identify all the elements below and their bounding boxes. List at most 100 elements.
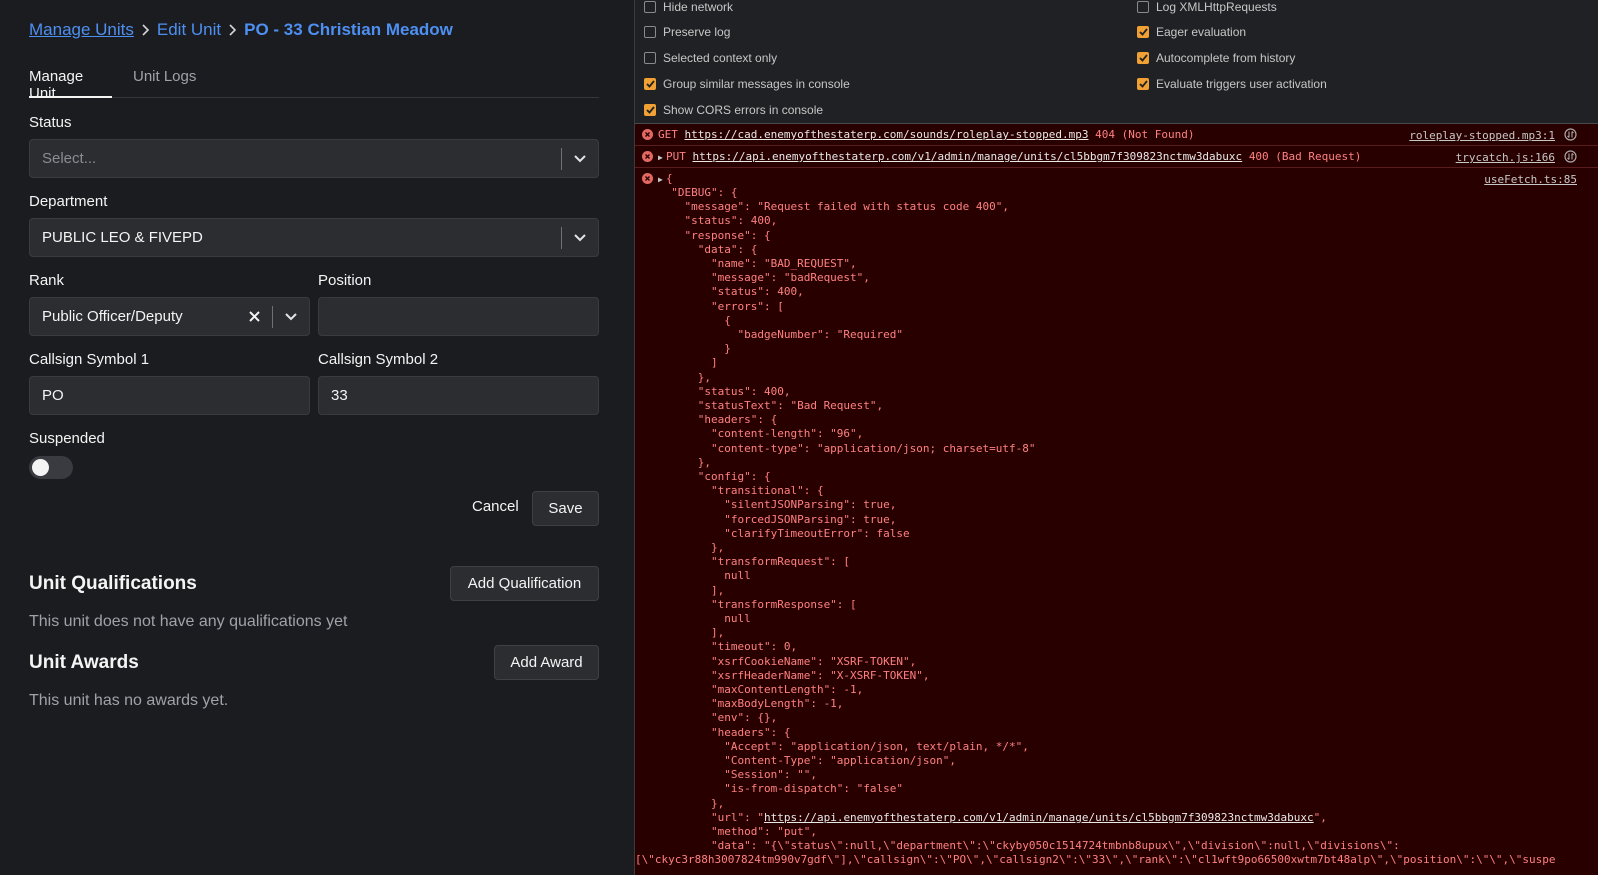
status-placeholder: Select... [42,150,97,167]
toggle-knob [32,459,49,476]
source-link[interactable]: trycatch.js:166 [1456,151,1555,164]
option-group-similar[interactable]: Group similar messages in console [644,76,850,92]
json-line: "forcedJSONParsing": true, [658,512,897,526]
chevron-down-icon[interactable] [273,312,309,321]
rank-label: Rank [29,272,65,289]
source-link[interactable]: useFetch.ts:85 [1484,173,1577,186]
suspended-toggle[interactable] [29,456,73,479]
devtools-console: Hide network Preserve log Selected conte… [634,0,1598,875]
json-line: { [658,313,731,327]
clear-icon[interactable] [236,311,272,322]
option-eager-evaluation[interactable]: Eager evaluation [1137,24,1246,40]
json-line: "message": "Request failed with status c… [658,200,1009,214]
option-evaluate-triggers[interactable]: Evaluate triggers user activation [1137,76,1327,92]
checkbox-evaluate-triggers[interactable] [1137,78,1149,90]
json-line: "Accept": "application/json, text/plain,… [658,739,1029,753]
qualifications-empty-text: This unit does not have any qualificatio… [29,613,348,630]
json-line: "status": 400, [658,285,804,299]
chevron-down-icon[interactable] [562,233,598,242]
json-line: "DEBUG": { [658,186,738,199]
json-line: "transformResponse": [ [658,597,857,611]
app-panel: Manage Units Edit Unit PO - 33 Christian… [0,0,634,875]
json-line: "xsrfHeaderName": "X-XSRF-TOKEN", [658,668,930,682]
json-line: ], [658,583,725,597]
cancel-button[interactable]: Cancel [472,498,519,515]
option-show-cors[interactable]: Show CORS errors in console [644,102,823,118]
json-line: "errors": [ [658,299,784,313]
chevron-down-icon[interactable] [562,154,598,163]
json-line: "is-from-dispatch": "false" [658,782,904,796]
add-qualification-button[interactable]: Add Qualification [450,566,599,601]
option-preserve-log[interactable]: Preserve log [644,24,730,40]
json-line: "status": 400, [658,384,791,398]
object-header[interactable]: ▶{ [658,172,673,185]
status-select[interactable]: Select... [29,139,599,178]
json-line: }, [658,370,711,384]
json-line: [\"ckyc3r88h3007824tm990v7gdf\"],\"calls… [635,853,1556,867]
rank-select[interactable]: Public Officer/Deputy [29,297,310,336]
suspended-label: Suspended [29,430,105,447]
checkbox-log-xhr[interactable] [1137,1,1149,13]
request-url-link[interactable]: https://cad.enemyofthestaterp.com/sounds… [685,128,1089,141]
breadcrumb: Manage Units Edit Unit PO - 33 Christian… [29,18,453,42]
option-selected-context[interactable]: Selected context only [644,50,777,66]
json-line: null [658,569,751,583]
department-label: Department [29,193,108,210]
json-url-suffix: ", [1313,810,1327,824]
option-label: Show CORS errors in console [663,103,824,117]
breadcrumb-manage-units[interactable]: Manage Units [29,20,134,40]
option-autocomplete[interactable]: Autocomplete from history [1137,50,1295,66]
json-line: null [658,612,751,625]
json-line: "transitional": { [658,484,824,498]
expand-triangle-icon[interactable]: ▶ [658,153,666,162]
callsign2-label: Callsign Symbol 2 [318,351,439,368]
json-line: "content-type": "application/json; chars… [658,441,1036,455]
json-line: "statusText": "Bad Request", [658,399,884,412]
callsign2-input[interactable]: 33 [318,376,599,415]
option-hide-network[interactable]: Hide network [644,0,733,15]
source-link[interactable]: roleplay-stopped.mp3:1 [1409,129,1555,142]
json-line: }, [658,541,725,554]
breadcrumb-current: PO - 33 Christian Meadow [244,20,453,39]
position-label: Position [318,272,372,289]
expand-triangle-icon[interactable]: ▶ [658,175,666,184]
network-request-icon[interactable] [1564,128,1577,141]
checkbox-show-cors[interactable] [644,104,656,116]
json-line: "maxBodyLength": -1, [658,697,844,711]
json-line: "content-length": "96", [658,427,864,441]
position-input[interactable] [318,297,599,336]
network-request-icon[interactable] [1564,150,1577,163]
checkbox-selected-context[interactable] [644,52,656,64]
json-line: ] [658,356,718,370]
http-method: PUT [666,150,686,163]
breadcrumb-edit-unit[interactable]: Edit Unit [157,20,221,40]
tab-manage-unit[interactable]: Manage Unit [29,68,112,102]
json-line: "timeout": 0, [658,640,798,654]
json-line: "response": { [658,228,771,242]
option-log-xhr[interactable]: Log XMLHttpRequests [1137,0,1277,15]
checkbox-autocomplete[interactable] [1137,52,1149,64]
qualifications-title: Unit Qualifications [29,573,197,594]
check-icon [1138,54,1148,62]
json-line: }, [658,455,711,469]
json-line: "env": {}, [658,711,778,725]
awards-empty-text: This unit has no awards yet. [29,692,229,709]
chevron-right-icon [141,24,150,36]
save-button[interactable]: Save [532,491,599,526]
request-url-link[interactable]: https://api.enemyofthestaterp.com/v1/adm… [693,150,1243,163]
option-label: Autocomplete from history [1156,51,1296,65]
add-award-button[interactable]: Add Award [494,645,599,680]
checkbox-group-similar[interactable] [644,78,656,90]
checkbox-preserve-log[interactable] [644,26,656,38]
department-select[interactable]: PUBLIC LEO & FIVEPD [29,218,599,257]
json-line: "maxContentLength": -1, [658,683,864,696]
checkbox-hide-network[interactable] [644,1,656,13]
tab-unit-logs[interactable]: Unit Logs [133,68,196,98]
option-label: Eager evaluation [1156,25,1247,39]
option-label: Group similar messages in console [663,77,850,91]
checkbox-eager-evaluation[interactable] [1137,26,1149,38]
log-message[interactable]: ▶ PUT https://api.enemyofthestaterp.com/v… [658,150,1361,163]
callsign1-input[interactable]: PO [29,376,310,415]
json-url-link[interactable]: https://api.enemyofthestaterp.com/v1/adm… [764,811,1314,824]
log-row-put: ▶ PUT https://api.enemyofthestaterp.com/v… [635,146,1598,168]
